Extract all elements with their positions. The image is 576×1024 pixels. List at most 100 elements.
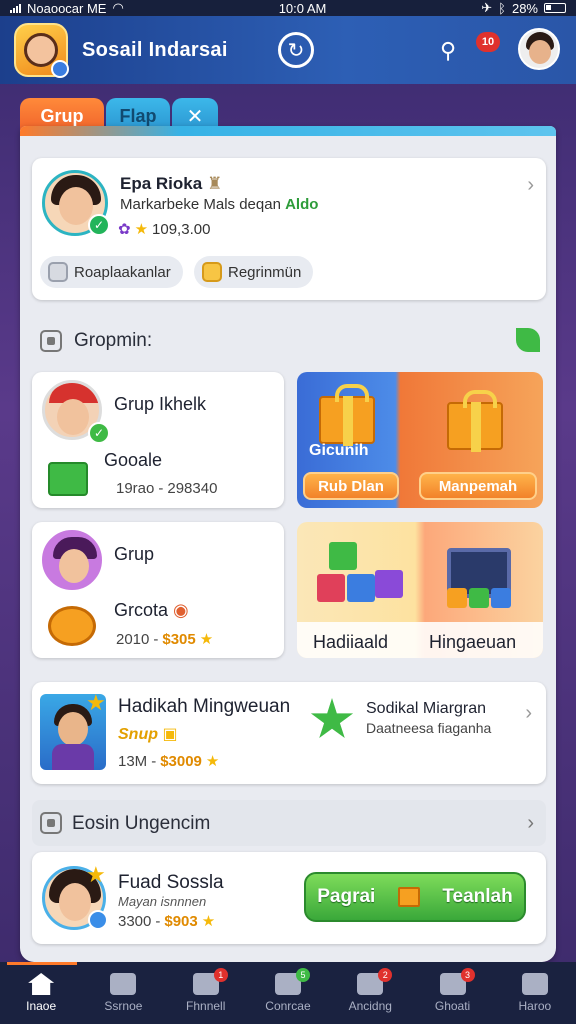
event-subtitle: Mayan isnnnen xyxy=(118,894,207,909)
event-card[interactable]: ★ Fuad Sossla Mayan isnnnen 3300 - $903 … xyxy=(32,852,546,944)
profile-action-label-1: Roaplaakanlar xyxy=(74,263,171,281)
friends-icon xyxy=(110,973,137,995)
nav-badge: 2 xyxy=(378,968,393,982)
nav-badge: 1 xyxy=(213,968,228,982)
app-title: Sosail Indarsai xyxy=(82,38,228,61)
separator: - xyxy=(155,912,161,930)
nav-item-friends[interactable]: Ssrnoe xyxy=(83,962,163,1024)
group-meta-a-2: 2010 xyxy=(116,630,150,648)
chevron-right-icon[interactable]: › xyxy=(527,812,534,835)
group-item-1: Gooale xyxy=(104,450,163,470)
home-icon xyxy=(28,973,55,995)
event-meta-b: $903 xyxy=(164,912,198,930)
nav-label-channel: Fhnnell xyxy=(186,999,226,1013)
profile-coins: ✿ ★ 109,3.00 xyxy=(118,220,211,239)
star-icon: ★ xyxy=(205,753,220,770)
avatar-face xyxy=(58,712,88,746)
separator: - xyxy=(158,480,164,497)
bluetooth-icon: ᛒ xyxy=(498,0,506,16)
event-name: Fuad Sossla xyxy=(118,872,224,893)
coin-bag-icon xyxy=(48,606,96,646)
document-icon xyxy=(48,262,68,282)
panel-accent-bar xyxy=(20,126,556,136)
gift-icon: ✿ xyxy=(118,221,131,238)
nav-badge: 5 xyxy=(295,968,310,982)
app-logo-avatar[interactable] xyxy=(14,23,69,78)
group-card-1[interactable]: ✓ Grup Ikhelk Gooale 19rao - 298340 xyxy=(32,372,284,508)
weekly-tag-text: Snup xyxy=(118,726,158,743)
user-avatar[interactable] xyxy=(518,28,560,70)
token-icon: ◉ xyxy=(173,600,189,620)
nav-item-channel[interactable]: 1 Fhnnell xyxy=(166,962,246,1024)
star-icon: ★ xyxy=(199,631,214,648)
verified-check-icon: ✓ xyxy=(88,422,110,444)
group-card-2[interactable]: Grup Grcota ◉ 2010 - $305 ★ xyxy=(32,522,284,658)
coin-icon xyxy=(202,262,222,282)
alarm-icon: ✈ xyxy=(481,0,493,15)
search-button[interactable]: ⚲ xyxy=(440,38,456,64)
star-icon: ★ xyxy=(134,221,149,238)
gift-box-icon xyxy=(397,887,420,907)
nav-item-community[interactable]: 5 Conrcae xyxy=(248,962,328,1024)
nav-label-profile: Haroo xyxy=(518,999,552,1013)
star-icon: ★ xyxy=(86,862,106,887)
profile-subtitle: Markarbeke Mals deqan Aldo xyxy=(120,196,318,213)
nav-item-home[interactable]: Inaoe xyxy=(1,962,81,1024)
verified-check-icon: ✓ xyxy=(88,214,110,236)
coins-value: 109,3.00 xyxy=(152,220,211,238)
gift-box-icon xyxy=(447,390,503,452)
carrier-label: Noaoocar ME xyxy=(27,0,107,16)
reward-label-1: Gicunih xyxy=(309,442,369,459)
notification-badge[interactable]: 10 xyxy=(476,32,500,52)
profile-action-label-2: Regrinmün xyxy=(228,263,302,281)
nav-label-activity: Ancidng xyxy=(348,999,392,1013)
group-title-2: Grup xyxy=(114,544,155,564)
chevron-right-icon[interactable]: › xyxy=(525,702,532,725)
status-bar: Noaoocar ME ◠ 10:0 AM ✈ ᛒ 28% xyxy=(0,0,576,16)
event-button-right-label: Teanlah xyxy=(442,886,513,907)
group-meta-1: 19rao - 298340 xyxy=(116,480,217,497)
avatar-face xyxy=(59,549,89,583)
avatar-body xyxy=(52,744,94,770)
event-join-button[interactable]: Pagrai Teanlah xyxy=(304,872,526,922)
weekly-meta-b: $3009 xyxy=(160,752,202,770)
group-meta-a-1: 19rao xyxy=(116,480,155,497)
red-block-icon xyxy=(317,574,345,602)
event-meta: 3300 - $903 ★ xyxy=(118,912,215,931)
reward-tile-1[interactable]: Gicunih Rub Dlan Manpemah xyxy=(297,372,543,508)
event-section-title: Eosin Ungencim xyxy=(72,813,211,834)
reward-button-b[interactable]: Manpemah xyxy=(419,472,537,500)
refresh-button[interactable]: ↻ xyxy=(278,32,314,68)
profile-icon xyxy=(521,973,548,995)
avatar-face xyxy=(529,40,551,64)
coin-icon: ▣ xyxy=(162,726,178,743)
nav-item-activity[interactable]: 2 Ancidng xyxy=(330,962,410,1024)
nav-label-home: Inaoe xyxy=(26,999,57,1013)
profile-name: Epa Rioka ♜ xyxy=(120,174,222,194)
profile-action-button-1[interactable]: Roaplaakanlar xyxy=(40,256,183,288)
reward-button-a[interactable]: Rub Dlan xyxy=(303,472,399,500)
event-section-header[interactable]: Eosin Ungencim › xyxy=(32,800,546,846)
purple-block-icon xyxy=(375,570,403,598)
green-block-icon xyxy=(469,588,489,608)
weekly-right-subtitle: Daatneesa fiaganha xyxy=(366,720,492,736)
reward-label-2b: Hingaeuan xyxy=(429,632,517,652)
green-box-icon xyxy=(48,462,88,496)
profile-subtitle-text: Markarbeke Mals deqan xyxy=(120,196,281,213)
leaf-icon[interactable] xyxy=(516,328,540,352)
group-meta-2: 2010 - $305 ★ xyxy=(116,630,214,649)
nav-item-profile[interactable]: Haroo xyxy=(495,962,575,1024)
nav-item-chat[interactable]: 3 Ghoati xyxy=(413,962,493,1024)
weekly-reward-card[interactable]: ★ Hadikah Mingweuan Snup ▣ 13M - $3009 ★… xyxy=(32,682,546,784)
nav-label-friends: Ssrnoe xyxy=(104,999,143,1013)
group-item-2: Grcota ◉ xyxy=(114,600,189,621)
profile-action-button-2[interactable]: Regrinmün xyxy=(194,256,314,288)
reward-tile-2[interactable]: Hadiiaald Hingaeuan xyxy=(297,522,543,658)
trophy-icon: ♜ xyxy=(206,174,223,193)
nav-label-chat: Ghoati xyxy=(434,999,471,1013)
weekly-right-title: Sodikal Miargran xyxy=(366,700,487,717)
nav-badge: 3 xyxy=(460,968,475,982)
avatar-face xyxy=(59,187,93,225)
avatar-face xyxy=(57,399,89,435)
chevron-right-icon[interactable]: › xyxy=(527,174,534,197)
